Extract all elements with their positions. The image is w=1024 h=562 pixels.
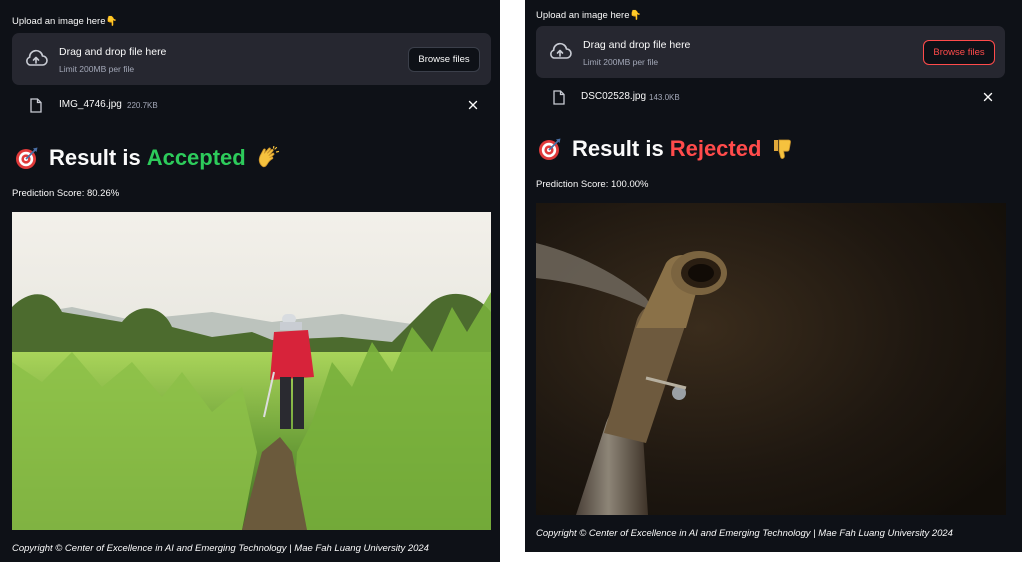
- result-status: Rejected: [669, 136, 762, 161]
- close-icon[interactable]: [981, 90, 995, 104]
- uploaded-image-preview: [12, 212, 491, 530]
- uploaded-file-row: DSC02528.jpg 143.0KB: [525, 86, 1022, 110]
- dropzone-title: Drag and drop file here: [59, 46, 167, 58]
- file-size: 220.7KB: [127, 101, 158, 110]
- copyright-footer: Copyright © Center of Excellence in AI a…: [536, 528, 953, 539]
- rice-field-photo: [12, 212, 491, 530]
- browse-files-button[interactable]: Browse files: [408, 47, 480, 72]
- result-status: Accepted: [146, 145, 246, 170]
- dropzone-title: Drag and drop file here: [583, 39, 691, 51]
- file-name: DSC02528.jpg: [581, 91, 647, 102]
- file-size: 143.0KB: [649, 93, 680, 102]
- prediction-score: Prediction Score: 100.00%: [536, 179, 649, 190]
- result-heading: Result is Accepted: [15, 145, 280, 171]
- result-prefix: Result is: [572, 136, 664, 161]
- target-icon: [539, 138, 561, 160]
- dropzone-limit: Limit 200MB per file: [583, 57, 659, 67]
- cloud-upload-icon: [550, 42, 572, 59]
- result-prefix: Result is: [49, 145, 141, 170]
- uploaded-image-preview: [536, 203, 1006, 515]
- rusty-nozzle-photo: [536, 203, 1006, 515]
- file-dropzone[interactable]: Drag and drop file here Limit 200MB per …: [12, 33, 491, 85]
- upload-label: Upload an image here👇: [12, 16, 118, 27]
- file-icon: [30, 98, 42, 113]
- app-panel-accepted: Upload an image here👇 Drag and drop file…: [0, 0, 500, 562]
- file-dropzone[interactable]: Drag and drop file here Limit 200MB per …: [536, 26, 1005, 78]
- result-heading: Result is Rejected: [538, 136, 795, 162]
- thumbs-down-icon: [774, 139, 792, 159]
- target-icon: [16, 147, 38, 169]
- close-icon[interactable]: [466, 98, 480, 112]
- prediction-score: Prediction Score: 80.26%: [12, 188, 120, 199]
- file-icon: [553, 90, 565, 105]
- app-panel-rejected: Upload an image here👇 Drag and drop file…: [525, 0, 1022, 552]
- browse-files-button[interactable]: Browse files: [923, 40, 995, 65]
- upload-label: Upload an image here👇: [536, 10, 642, 21]
- file-name: IMG_4746.jpg: [59, 99, 122, 110]
- cloud-upload-icon: [26, 49, 48, 66]
- dropzone-limit: Limit 200MB per file: [59, 64, 135, 74]
- uploaded-file-row: IMG_4746.jpg 220.7KB: [0, 94, 500, 118]
- clapping-hands-icon: [258, 146, 279, 168]
- copyright-footer: Copyright © Center of Excellence in AI a…: [12, 543, 429, 554]
